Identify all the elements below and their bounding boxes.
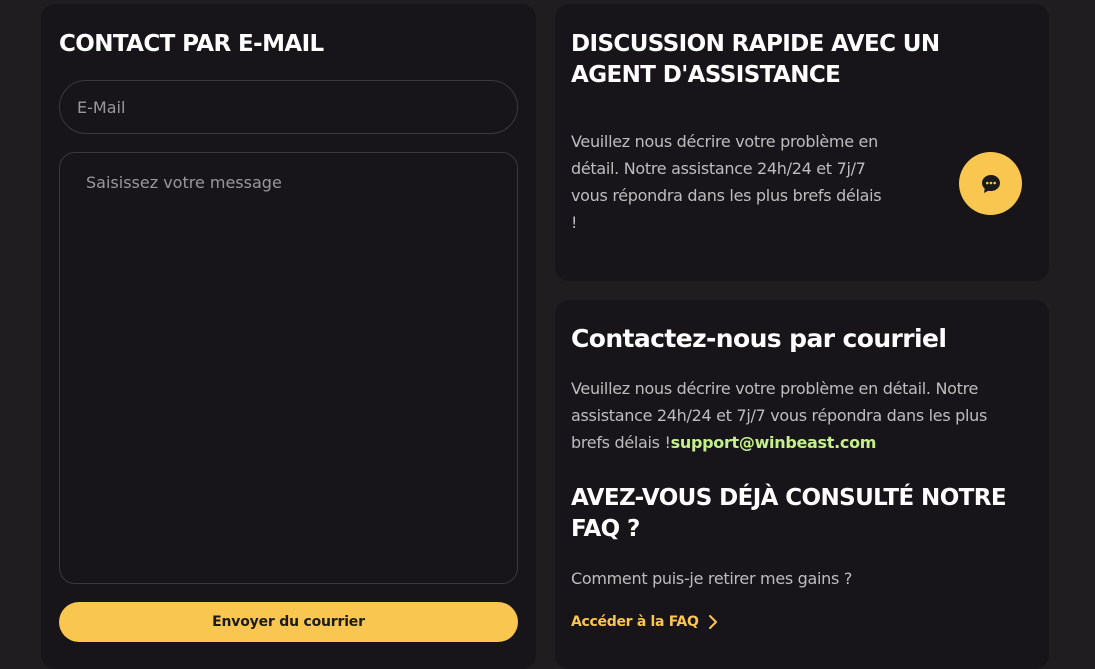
mail-contact-card: Contactez-nous par courriel Veuillez nou… (555, 300, 1049, 669)
message-textarea[interactable] (59, 152, 518, 584)
live-chat-card: DISCUSSION RAPIDE AVEC UN AGENT D'ASSIST… (555, 4, 1049, 281)
faq-link[interactable]: Accéder à la FAQ (571, 614, 719, 630)
email-field[interactable] (59, 80, 518, 134)
mail-contact-title: Contactez-nous par courriel (571, 324, 947, 353)
support-email-link[interactable]: support@winbeast.com (671, 433, 877, 452)
chat-bubble-icon (981, 174, 1000, 193)
faq-title: AVEZ-VOUS DÉJÀ CONSULTÉ NOTRE FAQ ? (571, 485, 1007, 542)
chevron-right-icon (708, 615, 717, 629)
email-contact-title: CONTACT PAR E-MAIL (59, 31, 324, 57)
live-chat-description: Veuillez nous décrire votre problème en … (571, 132, 882, 232)
mail-contact-description: Veuillez nous décrire votre problème en … (571, 375, 1021, 456)
faq-question: Comment puis-je retirer mes gains ? (571, 569, 853, 588)
faq-link-label: Accéder à la FAQ (571, 614, 699, 630)
send-mail-button[interactable]: Envoyer du courrier (59, 602, 518, 642)
live-chat-title: DISCUSSION RAPIDE AVEC UN AGENT D'ASSIST… (571, 31, 940, 88)
open-chat-button[interactable] (959, 152, 1022, 215)
email-contact-card: CONTACT PAR E-MAIL Envoyer du courrier (41, 4, 536, 669)
